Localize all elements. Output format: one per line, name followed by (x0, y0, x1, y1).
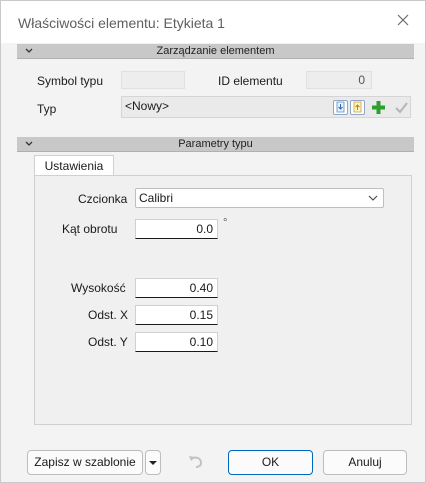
font-label: Czcionka (78, 192, 128, 206)
section-params-header[interactable]: Parametry typu (17, 137, 414, 152)
save-template-button[interactable]: Zapisz w szablonie (27, 450, 143, 475)
dropdown-arrow-icon (149, 461, 157, 465)
id-value: 0 (306, 71, 372, 89)
undo-icon[interactable] (184, 452, 206, 472)
cancel-button[interactable]: Anuluj (323, 450, 407, 475)
symbol-value (121, 71, 185, 89)
rotation-input[interactable]: 0.0 (135, 219, 218, 239)
type-value: <Nowy> (125, 99, 170, 113)
offset-y-label: Odst. Y (88, 335, 128, 349)
rotation-label: Kąt obrotu (62, 222, 118, 236)
upload-button[interactable] (350, 100, 365, 115)
font-select[interactable]: Calibri (135, 188, 384, 208)
type-label: Typ (37, 102, 57, 116)
download-icon (336, 101, 345, 113)
type-field[interactable]: <Nowy> (121, 96, 411, 118)
tab-settings[interactable]: Ustawienia (34, 155, 114, 176)
offset-y-input[interactable]: 0.10 (135, 332, 218, 352)
height-input[interactable]: 0.40 (135, 278, 218, 298)
download-button[interactable] (333, 100, 348, 115)
properties-dialog: Właściwości elementu: Etykieta 1 Zarządz… (0, 0, 426, 483)
dropdown-arrow-icon (368, 195, 378, 201)
section-management-header[interactable]: Zarządzanie elementem (17, 44, 414, 59)
id-label: ID elementu (218, 74, 283, 88)
degree-unit: ° (223, 217, 228, 229)
add-icon[interactable] (370, 99, 387, 116)
upload-icon (353, 101, 362, 113)
settings-panel (34, 175, 412, 425)
window-title: Właściwości elementu: Etykieta 1 (18, 15, 225, 31)
title-bar: Właściwości elementu: Etykieta 1 (1, 1, 425, 43)
height-label: Wysokość (71, 281, 126, 295)
font-value: Calibri (139, 191, 174, 205)
close-icon[interactable] (395, 12, 411, 28)
section-management-title: Zarządzanie elementem (156, 45, 275, 57)
symbol-label: Symbol typu (37, 74, 104, 88)
ok-button[interactable]: OK (228, 450, 313, 475)
checkmark-icon[interactable] (394, 100, 409, 115)
offset-x-input[interactable]: 0.15 (135, 305, 218, 325)
save-template-dropdown[interactable] (145, 450, 161, 475)
section-params-title: Parametry typu (178, 138, 253, 150)
offset-x-label: Odst. X (88, 308, 129, 322)
